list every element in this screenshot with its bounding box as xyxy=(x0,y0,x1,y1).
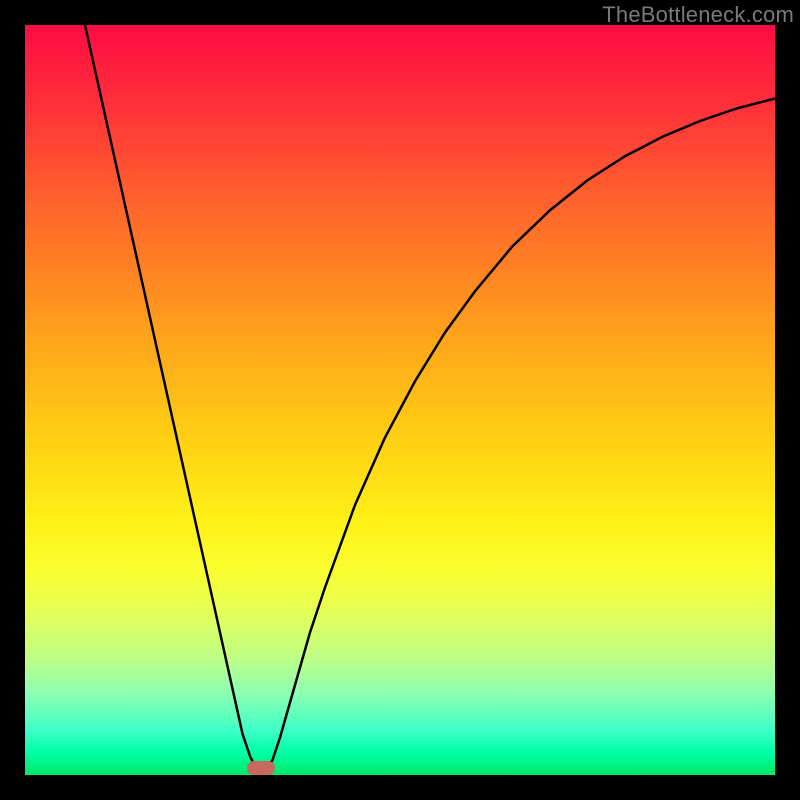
min-marker xyxy=(247,761,275,775)
chart-frame: TheBottleneck.com xyxy=(0,0,800,800)
watermark-text: TheBottleneck.com xyxy=(602,2,794,28)
curve-line xyxy=(85,25,775,771)
chart-svg xyxy=(25,25,775,775)
